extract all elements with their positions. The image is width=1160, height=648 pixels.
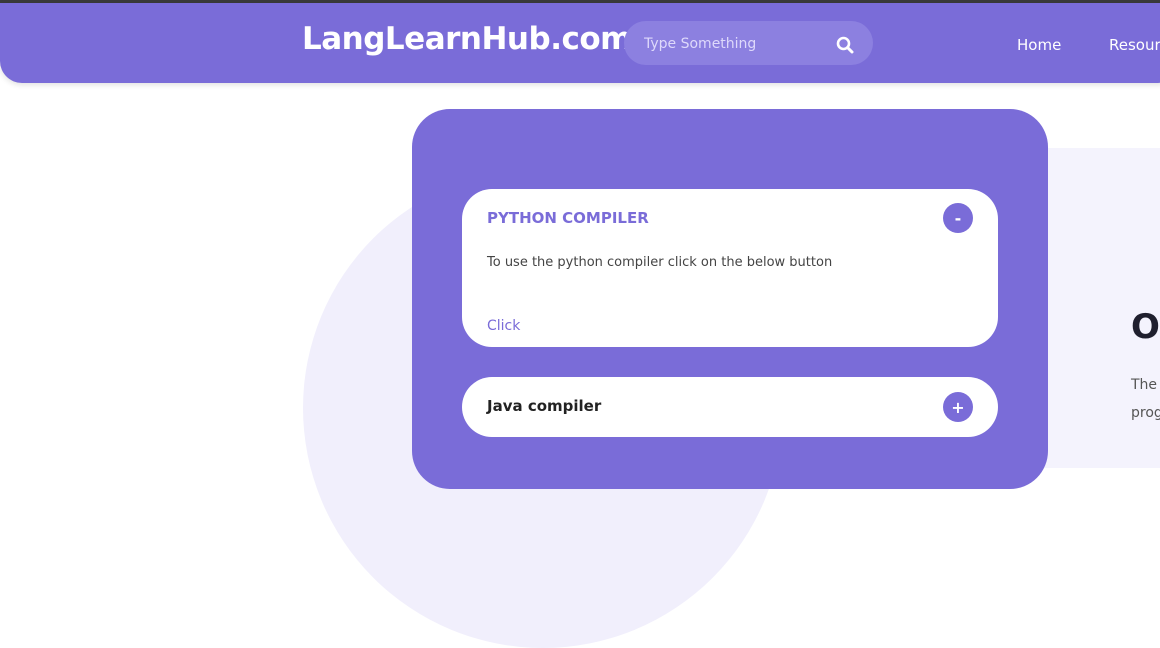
search-input[interactable] — [642, 32, 826, 56]
nav-link-resources[interactable]: Resources — [1109, 36, 1160, 54]
accordion-description: To use the python compiler click on the … — [487, 255, 833, 270]
accordion-item-python[interactable]: PYTHON COMPILER - To use the python comp… — [462, 189, 998, 347]
python-click-link[interactable]: Click — [487, 318, 520, 334]
accordion-item-java[interactable]: Java compiler + — [462, 377, 998, 437]
collapse-toggle-icon[interactable]: - — [943, 203, 973, 233]
right-section-text-line-1: The — [1131, 377, 1158, 393]
accordion-title-java[interactable]: Java compiler — [487, 397, 601, 415]
accordion-title-python[interactable]: PYTHON COMPILER — [487, 209, 649, 227]
navbar: LangLearnHub.com Home Resources — [0, 3, 1160, 83]
brand-logo[interactable]: LangLearnHub.com — [302, 21, 632, 57]
search-icon[interactable] — [836, 36, 854, 54]
nav-link-home[interactable]: Home — [1017, 36, 1061, 54]
right-section-text-line-2: prog — [1131, 405, 1160, 421]
right-section-heading: O — [1131, 307, 1160, 347]
expand-toggle-icon[interactable]: + — [943, 392, 973, 422]
